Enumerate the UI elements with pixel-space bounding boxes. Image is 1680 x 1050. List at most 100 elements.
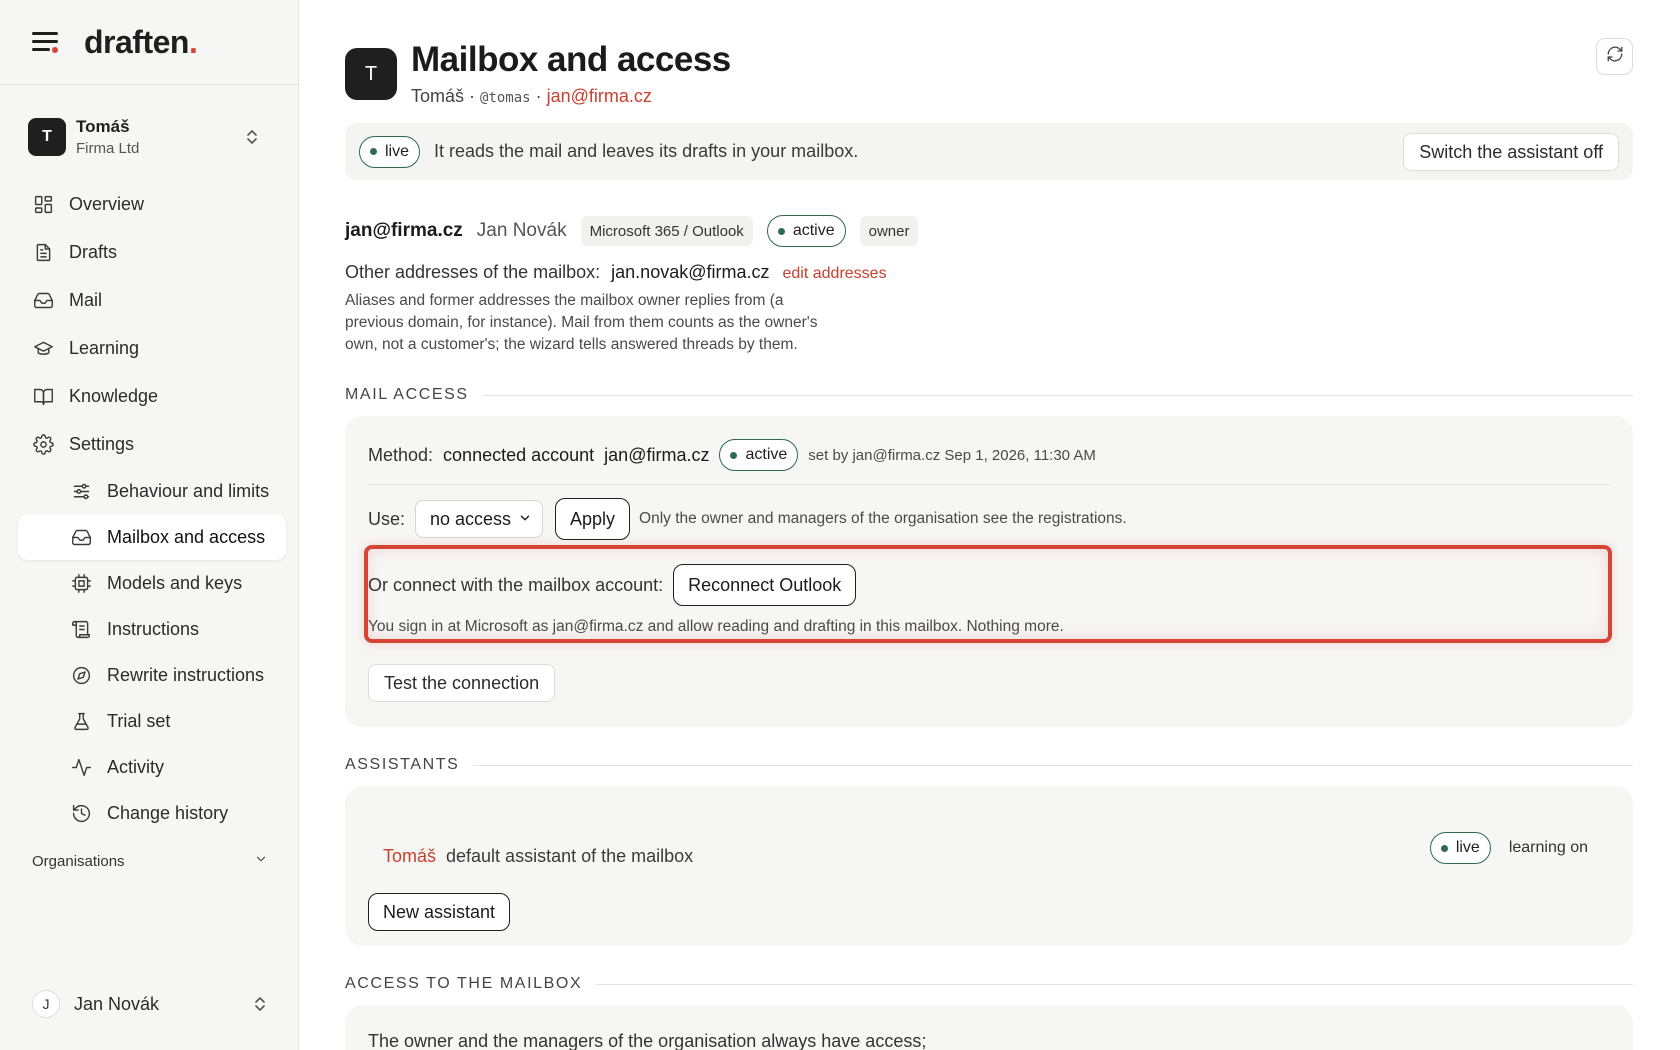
account-org: Firma Ltd xyxy=(76,140,140,157)
live-badge: live xyxy=(359,135,421,168)
apply-button[interactable]: Apply xyxy=(555,498,631,540)
nav-rewrite-label: Rewrite instructions xyxy=(107,664,265,685)
chevron-updown-icon xyxy=(244,128,260,147)
sidebar: draften. T Tomáš Firma Ltd Overview Draf… xyxy=(0,0,299,1050)
flask-icon xyxy=(70,710,92,732)
chip-icon xyxy=(70,572,92,594)
nav-behaviour[interactable]: Behaviour and limits xyxy=(18,468,286,514)
mail-access-card: Method: connected account jan@firma.cz a… xyxy=(345,416,1633,727)
nav-history[interactable]: Change history xyxy=(18,790,286,836)
header-email: jan@firma.cz xyxy=(546,86,652,106)
assistant-name[interactable]: Tomáš xyxy=(383,846,436,867)
page-subtitle: Tomáš · @tomas · jan@firma.cz xyxy=(411,86,652,106)
test-connection-button[interactable]: Test the connection xyxy=(368,664,556,702)
nav-mail-label: Mail xyxy=(69,289,103,310)
chevron-updown-icon xyxy=(252,995,268,1014)
provider-tag: Microsoft 365 / Outlook xyxy=(580,216,753,246)
mailbox-access-card: The owner and the managers of the organi… xyxy=(345,1005,1633,1050)
connect-note: You sign in at Microsoft as jan@firma.cz… xyxy=(368,618,1064,635)
inbox-icon xyxy=(32,289,54,311)
chevron-down-icon xyxy=(518,509,532,530)
assistant-row[interactable]: Tomáš default assistant of the mailbox xyxy=(383,846,693,867)
nav-learning[interactable]: Learning xyxy=(18,324,286,372)
nav-history-label: Change history xyxy=(107,802,229,823)
nav-instructions-label: Instructions xyxy=(107,618,200,639)
nav-settings[interactable]: Settings xyxy=(18,420,286,468)
nav-knowledge[interactable]: Knowledge xyxy=(18,372,286,420)
header-name: Tomáš xyxy=(411,86,465,106)
assistants-card: Tomáš default assistant of the mailbox l… xyxy=(345,786,1633,946)
nav-instructions[interactable]: Instructions xyxy=(18,606,286,652)
method-status-badge: active xyxy=(719,439,799,471)
account-name: Tomáš xyxy=(76,117,130,136)
history-icon xyxy=(70,802,92,824)
logo[interactable]: draften. xyxy=(84,24,198,61)
gear-icon xyxy=(32,433,54,455)
method-row: Method: connected account jan@firma.cz a… xyxy=(368,439,1096,471)
document-icon xyxy=(32,241,54,263)
inbox-icon xyxy=(70,526,92,548)
edit-addresses-link[interactable]: edit addresses xyxy=(783,265,887,282)
use-label: Use: xyxy=(368,508,406,529)
reconnect-outlook-button[interactable]: Reconnect Outlook xyxy=(673,564,857,606)
nav-overview-label: Overview xyxy=(69,193,145,214)
nav-models[interactable]: Models and keys xyxy=(18,560,286,606)
organisations-label: Organisations xyxy=(32,852,125,870)
nav-activity[interactable]: Activity xyxy=(18,744,286,790)
connect-row: Or connect with the mailbox account: Rec… xyxy=(368,564,857,606)
other-addresses-value: jan.novak@firma.cz xyxy=(611,262,770,282)
refresh-icon xyxy=(1606,45,1624,68)
divider xyxy=(368,484,1610,485)
nav-overview[interactable]: Overview xyxy=(18,180,286,228)
connect-label: Or connect with the mailbox account: xyxy=(368,574,664,595)
nav-settings-label: Settings xyxy=(69,433,135,454)
nav-drafts-label: Drafts xyxy=(69,241,118,262)
brand-row: draften. xyxy=(0,0,298,85)
account-switcher[interactable]: T Tomáš Firma Ltd xyxy=(18,103,280,171)
use-row: Use: no access Apply Only the owner and … xyxy=(368,498,1127,540)
nav-trial[interactable]: Trial set xyxy=(18,698,286,744)
mailbox-owner-name: Jan Novák xyxy=(476,220,567,241)
mail-access-heading: MAIL ACCESS xyxy=(345,386,1633,404)
use-select[interactable]: no access xyxy=(415,500,544,538)
method-email: jan@firma.cz xyxy=(604,444,710,465)
organisations-toggle[interactable]: Organisations xyxy=(32,852,268,870)
assistant-desc: default assistant of the mailbox xyxy=(446,846,694,866)
page-header: T Mailbox and access Tomáš · @tomas · ja… xyxy=(345,40,731,107)
other-addresses-help: Aliases and former addresses the mailbox… xyxy=(345,292,818,353)
method-value: connected account xyxy=(443,444,595,465)
banner-text: It reads the mail and leaves its drafts … xyxy=(434,141,859,161)
nav-mailbox[interactable]: Mailbox and access xyxy=(18,514,286,560)
new-assistant-button[interactable]: New assistant xyxy=(368,893,511,931)
status-banner: live It reads the mail and leaves its dr… xyxy=(345,123,1633,180)
assistant-status: live learning on xyxy=(1429,832,1588,864)
page-title: Mailbox and access xyxy=(411,40,731,79)
nav-rewrite[interactable]: Rewrite instructions xyxy=(18,652,286,698)
activity-icon xyxy=(70,756,92,778)
nav-drafts[interactable]: Drafts xyxy=(18,228,286,276)
menu-icon[interactable] xyxy=(32,32,58,53)
other-addresses-label: Other addresses of the mailbox: xyxy=(345,262,601,282)
nav-mail[interactable]: Mail xyxy=(18,276,286,324)
nav-knowledge-label: Knowledge xyxy=(69,385,159,406)
user-name: Jan Novák xyxy=(74,993,160,1014)
nav-models-label: Models and keys xyxy=(107,572,243,593)
nav-learning-label: Learning xyxy=(69,337,140,358)
book-open-icon xyxy=(32,385,54,407)
header-handle: @tomas xyxy=(480,90,531,106)
switch-off-button[interactable]: Switch the assistant off xyxy=(1403,133,1619,171)
mailbox-email: jan@firma.cz xyxy=(345,220,463,241)
refresh-button[interactable] xyxy=(1596,38,1633,75)
nav-mailbox-label: Mailbox and access xyxy=(107,526,266,547)
user-menu[interactable]: J Jan Novák xyxy=(32,990,268,1018)
graduation-cap-icon xyxy=(32,337,54,359)
other-addresses: Other addresses of the mailbox: jan.nova… xyxy=(345,262,887,283)
mailbox-access-heading: ACCESS TO THE MAILBOX xyxy=(345,975,1633,993)
nav-behaviour-label: Behaviour and limits xyxy=(107,480,270,501)
assistant-live-badge: live xyxy=(1429,832,1491,864)
mailbox-summary: jan@firma.cz Jan Novák Microsoft 365 / O… xyxy=(345,215,919,247)
nav-trial-label: Trial set xyxy=(107,710,171,731)
grid-icon xyxy=(32,193,54,215)
nav-activity-label: Activity xyxy=(107,756,165,777)
assistant-avatar: T xyxy=(345,48,397,100)
